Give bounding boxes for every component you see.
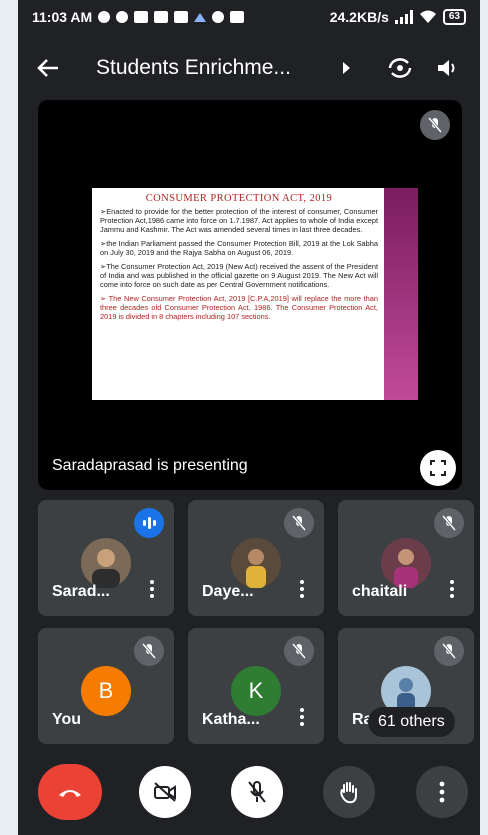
status-time: 11:03 AM (32, 9, 93, 25)
mic-off-icon (134, 636, 164, 666)
wifi-icon (419, 10, 436, 23)
slide-highlight-paragraph: ➢ The New Consumer Protection Act, 2019 … (100, 294, 378, 321)
slide-paragraph: ➢The Consumer Protection Act, 2019 (New … (100, 262, 378, 289)
participant-name: Daye... (202, 583, 254, 600)
participant-name: Sarad... (52, 583, 110, 600)
camera-off-icon[interactable] (139, 766, 191, 818)
slide-paragraph: ➢Enacted to provide for the better prote… (100, 207, 378, 234)
chevron-right-icon[interactable] (343, 62, 350, 74)
participant-name: chaitali (352, 583, 408, 600)
participant-name: You (52, 711, 82, 728)
more-options-icon[interactable] (300, 708, 304, 728)
bell-icon (212, 11, 225, 23)
status-bar: 11:03 AM 24.2KB/s 63 (18, 0, 480, 34)
presentation-tile[interactable]: CONSUMER PROTECTION ACT, 2019 ➢Enacted t… (38, 100, 462, 490)
avatar: K (231, 666, 281, 716)
more-options-icon[interactable] (416, 766, 468, 818)
call-controls (18, 750, 480, 835)
mic-off-icon (284, 636, 314, 666)
raise-hand-icon[interactable] (323, 766, 375, 818)
mic-off-icon (284, 508, 314, 538)
speaking-indicator-icon (134, 508, 164, 538)
more-options-icon[interactable] (150, 580, 154, 600)
mic-off-icon (434, 508, 464, 538)
avatar (81, 538, 131, 588)
back-arrow-icon[interactable] (30, 50, 66, 86)
participant-tile[interactable]: chaitali (338, 500, 474, 616)
signal-icon (394, 10, 413, 24)
youtube-icon (154, 11, 169, 23)
mic-off-icon (434, 636, 464, 666)
meet-screen: 11:03 AM 24.2KB/s 63 Students Enrichme..… (18, 0, 480, 835)
meeting-title[interactable]: Students Enrichme... (96, 56, 335, 80)
participant-tile[interactable]: Sarad... (38, 500, 174, 616)
participant-tile[interactable]: Daye... (188, 500, 324, 616)
network-speed: 24.2KB/s (329, 9, 389, 25)
avatar (381, 538, 431, 588)
participant-tile-overflow[interactable]: Ra 61 others (338, 628, 474, 744)
participant-tile-self[interactable]: B You (38, 628, 174, 744)
mic-off-icon[interactable] (231, 766, 283, 818)
more-options-icon[interactable] (300, 580, 304, 600)
call-header: Students Enrichme... (18, 42, 480, 94)
avatar: B (81, 666, 131, 716)
end-call-icon[interactable] (38, 764, 102, 820)
battery-icon: 63 (442, 9, 466, 25)
more-options-icon[interactable] (450, 580, 454, 600)
shared-slide: CONSUMER PROTECTION ACT, 2019 ➢Enacted t… (92, 188, 418, 400)
participant-name: Katha... (202, 711, 260, 728)
slide-paragraph: ➢the Indian Parliament passed the Consum… (100, 239, 378, 257)
app-notification-icon (116, 11, 129, 23)
slide-title: CONSUMER PROTECTION ACT, 2019 (145, 193, 333, 204)
avatar (231, 538, 281, 588)
youtube-icon (134, 11, 149, 23)
presenter-label: Saradaprasad is presenting (52, 457, 248, 474)
fullscreen-icon[interactable] (420, 450, 456, 486)
whatsapp-icon (98, 11, 111, 23)
mic-off-icon (420, 110, 450, 140)
slide-decoration (384, 188, 418, 400)
gmail-icon (230, 11, 245, 23)
participant-tile[interactable]: K Katha... (188, 628, 324, 744)
youtube-icon (174, 11, 189, 23)
others-count-badge[interactable]: 61 others (368, 707, 455, 737)
speaker-icon[interactable] (428, 48, 468, 88)
upload-arrow-icon (194, 12, 207, 22)
switch-camera-icon[interactable] (380, 48, 420, 88)
